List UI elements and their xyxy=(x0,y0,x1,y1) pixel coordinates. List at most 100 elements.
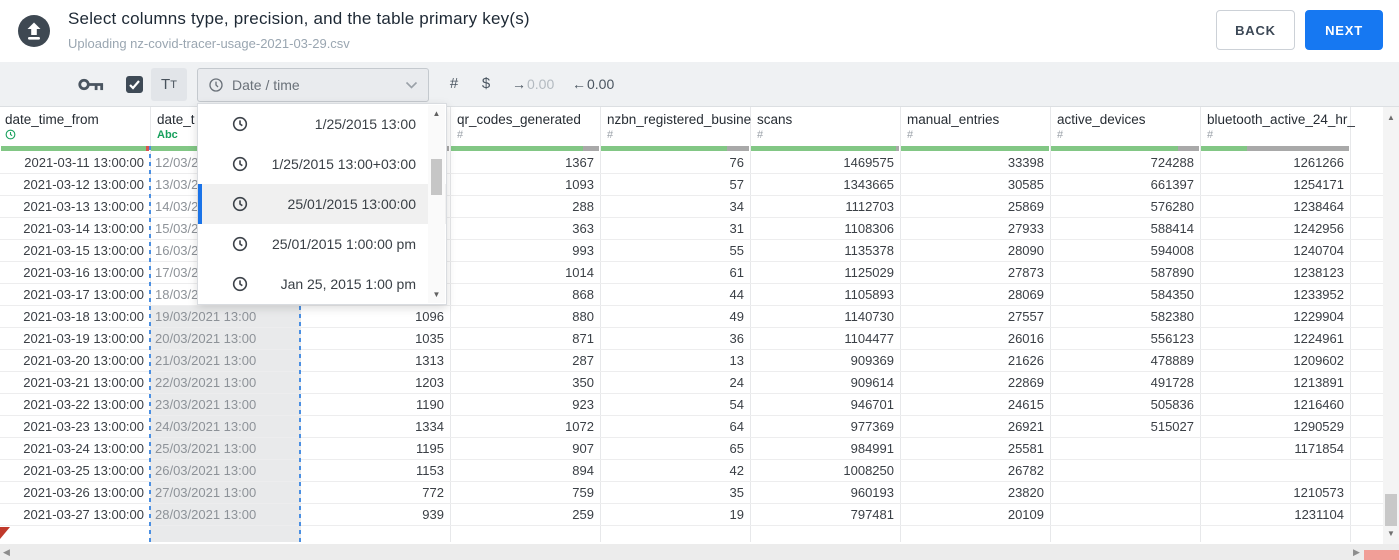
table-cell[interactable]: 584350 xyxy=(1055,284,1194,305)
table-cell[interactable]: 27/03/2021 13:00 xyxy=(155,482,294,503)
table-cell[interactable]: 31 xyxy=(605,218,744,239)
table-cell[interactable]: 44 xyxy=(605,284,744,305)
table-cell[interactable]: 2021-03-13 13:00:00 xyxy=(5,196,144,217)
date-format-option[interactable]: Jan 25, 2015 1:00 pm xyxy=(198,264,446,304)
table-cell[interactable]: 2021-03-22 13:00:00 xyxy=(5,394,144,415)
table-cell[interactable]: 724288 xyxy=(1055,152,1194,173)
table-cell[interactable]: 33398 xyxy=(905,152,1044,173)
vertical-scrollbar[interactable]: ▲ ▼ xyxy=(1383,107,1399,544)
table-cell[interactable]: 1072 xyxy=(455,416,594,437)
table-cell[interactable]: 1125029 xyxy=(755,262,894,283)
table-cell[interactable]: 1035 xyxy=(305,328,444,349)
table-cell[interactable]: 1261266 xyxy=(1205,152,1344,173)
table-cell[interactable]: 24615 xyxy=(905,394,1044,415)
table-cell[interactable]: 1203 xyxy=(305,372,444,393)
table-cell[interactable]: 1469575 xyxy=(755,152,894,173)
scroll-up-arrow-icon[interactable]: ▲ xyxy=(1383,113,1399,122)
table-cell[interactable]: 478889 xyxy=(1055,350,1194,371)
date-format-option[interactable]: 1/25/2015 13:00 xyxy=(198,104,446,144)
table-cell[interactable]: 25581 xyxy=(905,438,1044,459)
table-cell[interactable]: 2021-03-16 13:00:00 xyxy=(5,262,144,283)
table-cell[interactable]: 939 xyxy=(305,504,444,525)
table-cell[interactable]: 993 xyxy=(455,240,594,261)
table-cell[interactable]: 1367 xyxy=(455,152,594,173)
dropdown-scrollbar-thumb[interactable] xyxy=(431,159,442,195)
date-format-option[interactable]: 1/25/2015 13:00+03:00 xyxy=(198,144,446,184)
table-cell[interactable]: 594008 xyxy=(1055,240,1194,261)
table-cell[interactable]: 1209602 xyxy=(1205,350,1344,371)
table-cell[interactable]: 23820 xyxy=(905,482,1044,503)
table-cell[interactable]: 1096 xyxy=(305,306,444,327)
table-cell[interactable]: 26/03/2021 13:00 xyxy=(155,460,294,481)
table-cell[interactable]: 1140730 xyxy=(755,306,894,327)
table-cell[interactable]: 1343665 xyxy=(755,174,894,195)
table-cell[interactable]: 64 xyxy=(605,416,744,437)
scroll-down-arrow-icon[interactable]: ▼ xyxy=(1383,529,1399,538)
table-cell[interactable]: 1153 xyxy=(305,460,444,481)
table-cell[interactable]: 65 xyxy=(605,438,744,459)
table-cell[interactable]: 28/03/2021 13:00 xyxy=(155,504,294,525)
table-cell[interactable]: 42 xyxy=(605,460,744,481)
table-cell[interactable]: 21626 xyxy=(905,350,1044,371)
table-cell[interactable]: 2021-03-18 13:00:00 xyxy=(5,306,144,327)
table-cell[interactable]: 1104477 xyxy=(755,328,894,349)
table-cell[interactable]: 350 xyxy=(455,372,594,393)
table-cell[interactable]: 1105893 xyxy=(755,284,894,305)
primary-key-icon[interactable] xyxy=(78,76,104,93)
table-cell[interactable]: 30585 xyxy=(905,174,1044,195)
table-cell[interactable]: 25/03/2021 13:00 xyxy=(155,438,294,459)
table-cell[interactable]: 2021-03-24 13:00:00 xyxy=(5,438,144,459)
integer-type-button[interactable]: # xyxy=(444,75,464,92)
increase-precision-button[interactable]: → 0.00 xyxy=(512,76,554,92)
table-cell[interactable]: 868 xyxy=(455,284,594,305)
table-cell[interactable]: 977369 xyxy=(755,416,894,437)
table-cell[interactable]: 2021-03-23 13:00:00 xyxy=(5,416,144,437)
date-format-option[interactable]: 25/01/2015 1:00:00 pm xyxy=(198,224,446,264)
table-cell[interactable]: 23/03/2021 13:00 xyxy=(155,394,294,415)
table-cell[interactable]: 923 xyxy=(455,394,594,415)
back-button[interactable]: BACK xyxy=(1216,10,1295,50)
table-cell[interactable]: 1238123 xyxy=(1205,262,1344,283)
table-cell[interactable]: 556123 xyxy=(1055,328,1194,349)
include-column-checkbox[interactable] xyxy=(126,76,143,93)
table-cell[interactable]: 587890 xyxy=(1055,262,1194,283)
scroll-right-arrow-icon[interactable]: ▶ xyxy=(1353,547,1360,558)
table-cell[interactable]: 1190 xyxy=(305,394,444,415)
currency-type-button[interactable]: $ xyxy=(476,75,496,92)
table-cell[interactable]: 515027 xyxy=(1055,416,1194,437)
table-cell[interactable]: 2021-03-21 13:00:00 xyxy=(5,372,144,393)
table-cell[interactable]: 34 xyxy=(605,196,744,217)
table-cell[interactable]: 1216460 xyxy=(1205,394,1344,415)
table-cell[interactable]: 19 xyxy=(605,504,744,525)
table-cell[interactable]: 27557 xyxy=(905,306,1044,327)
table-cell[interactable]: 661397 xyxy=(1055,174,1194,195)
table-cell[interactable]: 1195 xyxy=(305,438,444,459)
table-cell[interactable]: 19/03/2021 13:00 xyxy=(155,306,294,327)
table-cell[interactable]: 1240704 xyxy=(1205,240,1344,261)
table-cell[interactable]: 772 xyxy=(305,482,444,503)
table-cell[interactable]: 797481 xyxy=(755,504,894,525)
table-cell[interactable]: 259 xyxy=(455,504,594,525)
dropdown-scrollbar[interactable]: ▲ ▼ xyxy=(428,105,445,303)
table-cell[interactable]: 20109 xyxy=(905,504,1044,525)
table-cell[interactable]: 28069 xyxy=(905,284,1044,305)
table-cell[interactable]: 27873 xyxy=(905,262,1044,283)
horizontal-scrollbar[interactable]: ◀ ▶ xyxy=(0,544,1399,560)
scroll-up-arrow-icon[interactable]: ▲ xyxy=(428,109,445,118)
table-cell[interactable]: 57 xyxy=(605,174,744,195)
table-cell[interactable]: 61 xyxy=(605,262,744,283)
table-cell[interactable]: 2021-03-17 13:00:00 xyxy=(5,284,144,305)
decrease-precision-button[interactable]: ← 0.00 xyxy=(572,76,614,92)
table-cell[interactable]: 54 xyxy=(605,394,744,415)
table-cell[interactable]: 288 xyxy=(455,196,594,217)
table-cell[interactable]: 13 xyxy=(605,350,744,371)
table-cell[interactable]: 25869 xyxy=(905,196,1044,217)
table-cell[interactable]: 1231104 xyxy=(1205,504,1344,525)
table-cell[interactable]: 2021-03-12 13:00:00 xyxy=(5,174,144,195)
table-cell[interactable]: 27933 xyxy=(905,218,1044,239)
table-cell[interactable]: 1112703 xyxy=(755,196,894,217)
table-cell[interactable]: 20/03/2021 13:00 xyxy=(155,328,294,349)
table-cell[interactable]: 588414 xyxy=(1055,218,1194,239)
table-cell[interactable]: 871 xyxy=(455,328,594,349)
table-cell[interactable]: 1242956 xyxy=(1205,218,1344,239)
